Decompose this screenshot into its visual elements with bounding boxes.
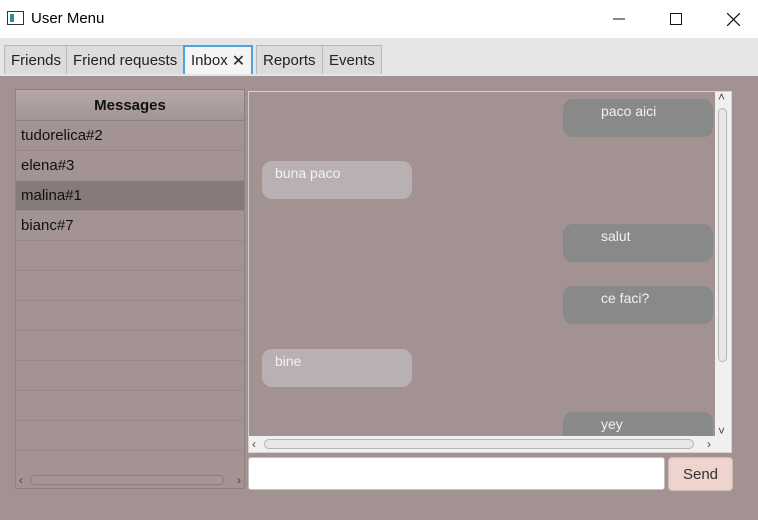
close-icon bbox=[726, 12, 740, 26]
send-button[interactable]: Send bbox=[668, 457, 733, 491]
empty-row bbox=[16, 421, 244, 451]
list-item[interactable]: tudorelica#2 bbox=[16, 121, 244, 151]
message-bubble-received: bine bbox=[262, 349, 412, 387]
scrollbar-corner bbox=[715, 436, 731, 452]
tab-events[interactable]: Events bbox=[322, 45, 382, 74]
close-window-button[interactable] bbox=[704, 0, 758, 38]
maximize-icon bbox=[670, 13, 682, 25]
message-bubble-sent: paco aici bbox=[563, 99, 713, 137]
chat-horizontal-scrollbar[interactable]: ‹ › bbox=[249, 436, 731, 452]
scrollbar-thumb[interactable] bbox=[264, 439, 694, 449]
tab-reports[interactable]: Reports bbox=[256, 45, 323, 74]
empty-row bbox=[16, 301, 244, 331]
title-bar: User Menu bbox=[0, 0, 758, 38]
list-item[interactable]: bianc#7 bbox=[16, 211, 244, 241]
tab-label: Friends bbox=[11, 51, 62, 69]
list-item[interactable]: elena#3 bbox=[16, 151, 244, 181]
scroll-right-icon[interactable]: › bbox=[707, 437, 711, 451]
close-tab-icon[interactable]: ✕ bbox=[232, 51, 245, 71]
tab-bar: Friends Friend requests Inbox ✕ Reports E… bbox=[0, 38, 758, 76]
message-bubble-received: buna paco bbox=[262, 161, 412, 199]
message-bubble-sent: salut bbox=[563, 224, 713, 262]
list-horizontal-scrollbar[interactable]: ‹ › bbox=[16, 472, 244, 488]
empty-row bbox=[16, 241, 244, 271]
tab-label: Events bbox=[329, 51, 375, 69]
minimize-icon bbox=[613, 18, 625, 20]
tab-label: Reports bbox=[263, 51, 316, 69]
tab-friends[interactable]: Friends bbox=[4, 45, 69, 74]
message-bubble-sent: ce faci? bbox=[563, 286, 713, 324]
empty-row bbox=[16, 271, 244, 301]
chat-pane: paco aici buna paco salut ce faci? bine … bbox=[248, 91, 732, 453]
window-title: User Menu bbox=[31, 10, 105, 27]
list-item-selected[interactable]: malina#1 bbox=[16, 181, 244, 211]
scrollbar-thumb[interactable] bbox=[30, 475, 224, 485]
scroll-left-icon[interactable]: ‹ bbox=[19, 473, 23, 487]
scroll-right-icon[interactable]: › bbox=[237, 473, 241, 487]
app-icon bbox=[7, 11, 24, 25]
scroll-left-icon[interactable]: ‹ bbox=[252, 437, 256, 451]
scrollbar-thumb[interactable] bbox=[718, 108, 727, 362]
tab-friend-requests[interactable]: Friend requests bbox=[66, 45, 185, 74]
empty-row bbox=[16, 391, 244, 421]
messages-header[interactable]: Messages bbox=[16, 90, 244, 121]
maximize-button[interactable] bbox=[647, 0, 705, 38]
messages-list: Messages tudorelica#2 elena#3 malina#1 b… bbox=[15, 89, 245, 489]
chat-vertical-scrollbar[interactable]: ˄ ˅ bbox=[715, 92, 731, 438]
minimize-button[interactable] bbox=[590, 0, 648, 38]
tab-inbox[interactable]: Inbox ✕ bbox=[183, 45, 254, 74]
message-input[interactable] bbox=[248, 457, 665, 490]
tab-label: Inbox bbox=[191, 52, 228, 69]
empty-row bbox=[16, 331, 244, 361]
empty-row bbox=[16, 361, 244, 391]
scroll-up-icon[interactable]: ˄ bbox=[718, 92, 725, 104]
tab-label: Friend requests bbox=[73, 51, 178, 69]
